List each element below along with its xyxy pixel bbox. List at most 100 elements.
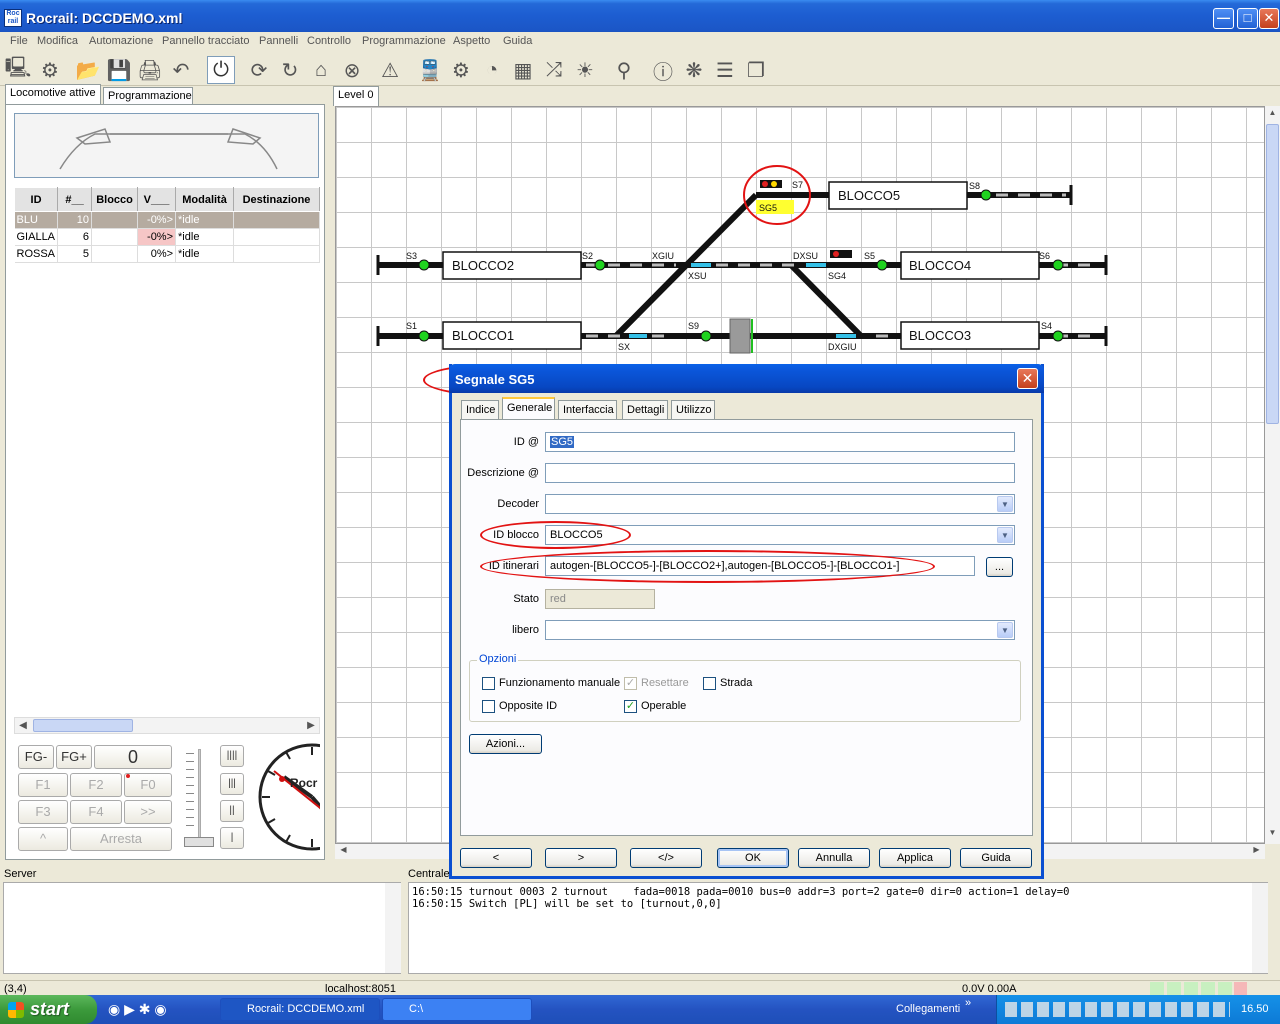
task-console[interactable]: C:\ bbox=[382, 998, 532, 1021]
server-log[interactable] bbox=[3, 882, 401, 974]
tab-level-0[interactable]: Level 0 bbox=[333, 86, 379, 106]
manual-checkbox[interactable] bbox=[482, 677, 495, 690]
tab-interfaccia[interactable]: Interfaccia bbox=[558, 400, 617, 419]
reset-icon[interactable]: ↻ bbox=[276, 56, 304, 84]
col-velocita[interactable]: V___ bbox=[137, 187, 177, 212]
apply-button[interactable]: Applica bbox=[879, 848, 951, 868]
links-chevron-icon[interactable]: » bbox=[965, 997, 971, 1009]
f2-button[interactable]: F2 bbox=[70, 773, 122, 797]
connect-icon[interactable]: 🖳 bbox=[4, 56, 32, 84]
loco-table-scrollbar[interactable]: ◀ ▶ bbox=[14, 717, 320, 734]
light-icon[interactable]: ☀ bbox=[571, 56, 599, 84]
dialog-titlebar[interactable]: Segnale SG5 ✕ bbox=[449, 364, 1044, 393]
central-log[interactable]: 16:50:15 turnout 0003 2 turnout fada=001… bbox=[408, 882, 1268, 974]
description-field[interactable] bbox=[545, 463, 1015, 483]
cancel-button[interactable]: Annulla bbox=[798, 848, 870, 868]
opposite-checkbox[interactable] bbox=[482, 700, 495, 713]
train-icon[interactable]: 🚆 bbox=[416, 56, 444, 84]
more-functions-button[interactable]: >> bbox=[124, 800, 172, 824]
f4-button[interactable]: F4 bbox=[70, 800, 122, 824]
document-icon[interactable]: ☰ bbox=[711, 56, 739, 84]
scroll-thumb[interactable] bbox=[1266, 124, 1279, 424]
ok-button[interactable]: OK bbox=[717, 848, 789, 868]
print-icon[interactable]: 🖨 bbox=[136, 56, 164, 84]
menu-guida[interactable]: Guida bbox=[503, 35, 532, 47]
direction-button[interactable]: ^ bbox=[18, 827, 68, 851]
warning-icon[interactable]: ⚠ bbox=[376, 56, 404, 84]
throttle-icon[interactable]: ⚙ bbox=[447, 56, 475, 84]
speed-step-4-button[interactable]: |||| bbox=[220, 745, 244, 767]
speedometer-icon[interactable]: ◔ bbox=[478, 56, 506, 84]
menu-controllo[interactable]: Controllo bbox=[307, 35, 351, 47]
stop-button[interactable]: Arresta bbox=[70, 827, 172, 851]
next-button[interactable]: > bbox=[545, 848, 617, 868]
free-dropdown[interactable]: ▼ bbox=[545, 620, 1015, 640]
info-icon[interactable]: ⓘ bbox=[649, 56, 677, 84]
tray-clock[interactable]: 16.50 bbox=[1241, 1003, 1269, 1015]
scroll-right-icon[interactable]: ▶ bbox=[303, 718, 319, 733]
links-label[interactable]: Collegamenti bbox=[896, 1003, 960, 1015]
col-modalita[interactable]: Modalità bbox=[175, 187, 235, 212]
tab-programmazione[interactable]: Programmazione bbox=[103, 87, 193, 105]
scroll-down-icon[interactable]: ▼ bbox=[1266, 828, 1279, 841]
quick-launch[interactable]: ◉ ▶ ✱ ◉ bbox=[108, 1001, 208, 1019]
id-field[interactable]: SG5 bbox=[545, 432, 1015, 452]
menu-file[interactable]: File bbox=[10, 35, 28, 47]
tab-dettagli[interactable]: Dettagli bbox=[622, 400, 668, 419]
scroll-right-icon[interactable]: ▶ bbox=[1250, 845, 1263, 858]
routes-field[interactable]: autogen-[BLOCCO5-]-[BLOCCO2+],autogen-[B… bbox=[545, 556, 975, 576]
server-log-scrollbar[interactable] bbox=[385, 883, 401, 973]
f3-button[interactable]: F3 bbox=[18, 800, 68, 824]
operable-checkbox[interactable]: ✓ bbox=[624, 700, 637, 713]
scroll-left-icon[interactable]: ◀ bbox=[337, 845, 350, 858]
plan-vertical-scrollbar[interactable]: ▲ ▼ bbox=[1265, 106, 1280, 844]
table-row[interactable]: BLU 10 -0%> *idle bbox=[14, 211, 320, 229]
window-titlebar[interactable]: Roc rail Rocrail: DCCDEMO.xml — □ ✕ bbox=[0, 0, 1280, 36]
tab-locomotive-attive[interactable]: Locomotive attive bbox=[5, 84, 101, 104]
gear-icon[interactable]: ⚙ bbox=[36, 56, 64, 84]
undo-icon[interactable]: ↶ bbox=[167, 56, 195, 84]
col-number[interactable]: #__ bbox=[57, 187, 93, 212]
tab-utilizzo[interactable]: Utilizzo bbox=[671, 400, 715, 419]
scroll-up-icon[interactable]: ▲ bbox=[1266, 108, 1279, 121]
menu-pannello-tracciato[interactable]: Pannello tracciato bbox=[162, 35, 249, 47]
tab-generale[interactable]: Generale bbox=[502, 397, 555, 419]
fg-plus-button[interactable]: FG+ bbox=[56, 745, 92, 769]
central-log-scrollbar[interactable] bbox=[1252, 883, 1268, 973]
scroll-left-icon[interactable]: ◀ bbox=[15, 718, 31, 733]
chevron-down-icon[interactable]: ▼ bbox=[997, 622, 1013, 638]
close-button[interactable]: ✕ bbox=[1259, 8, 1279, 29]
stop-circle-icon[interactable]: ⊗ bbox=[338, 56, 366, 84]
fg-minus-button[interactable]: FG- bbox=[18, 745, 54, 769]
home-icon[interactable]: ⌂ bbox=[307, 56, 335, 84]
save-icon[interactable]: 💾 bbox=[105, 56, 133, 84]
power-icon[interactable]: ⏻ bbox=[207, 56, 235, 84]
dialog-close-icon[interactable]: ✕ bbox=[1017, 368, 1038, 389]
table-row[interactable]: ROSSA 5 0%> *idle bbox=[14, 245, 320, 263]
menu-programmazione[interactable]: Programmazione bbox=[362, 35, 446, 47]
f1-button[interactable]: F1 bbox=[18, 773, 68, 797]
slider-handle[interactable] bbox=[184, 837, 214, 847]
speed-step-1-button[interactable]: | bbox=[220, 827, 244, 849]
tray-icons[interactable] bbox=[1005, 1002, 1230, 1017]
menu-automazione[interactable]: Automazione bbox=[89, 35, 153, 47]
col-id[interactable]: ID bbox=[13, 187, 59, 212]
xml-button[interactable]: </> bbox=[630, 848, 702, 868]
table-row[interactable]: GIALLA 6 -0%> *idle bbox=[14, 228, 320, 246]
menu-pannelli[interactable]: Pannelli bbox=[259, 35, 298, 47]
road-checkbox[interactable] bbox=[703, 677, 716, 690]
col-blocco[interactable]: Blocco bbox=[91, 187, 139, 212]
bug-icon[interactable]: ❋ bbox=[680, 56, 708, 84]
actions-button[interactable]: Azioni... bbox=[469, 734, 542, 754]
col-destinazione[interactable]: Destinazione bbox=[233, 187, 320, 212]
block-dropdown[interactable]: BLOCCO5 ▼ bbox=[545, 525, 1015, 545]
menu-modifica[interactable]: Modifica bbox=[37, 35, 78, 47]
chevron-down-icon[interactable]: ▼ bbox=[997, 496, 1013, 512]
start-button[interactable]: start bbox=[0, 995, 97, 1024]
chevron-down-icon[interactable]: ▼ bbox=[997, 527, 1013, 543]
search-icon[interactable]: ⚲ bbox=[610, 56, 638, 84]
minimize-button[interactable]: — bbox=[1213, 8, 1234, 29]
scroll-thumb[interactable] bbox=[33, 719, 133, 732]
decoder-dropdown[interactable]: ▼ bbox=[545, 494, 1015, 514]
speed-slider[interactable] bbox=[184, 749, 214, 849]
